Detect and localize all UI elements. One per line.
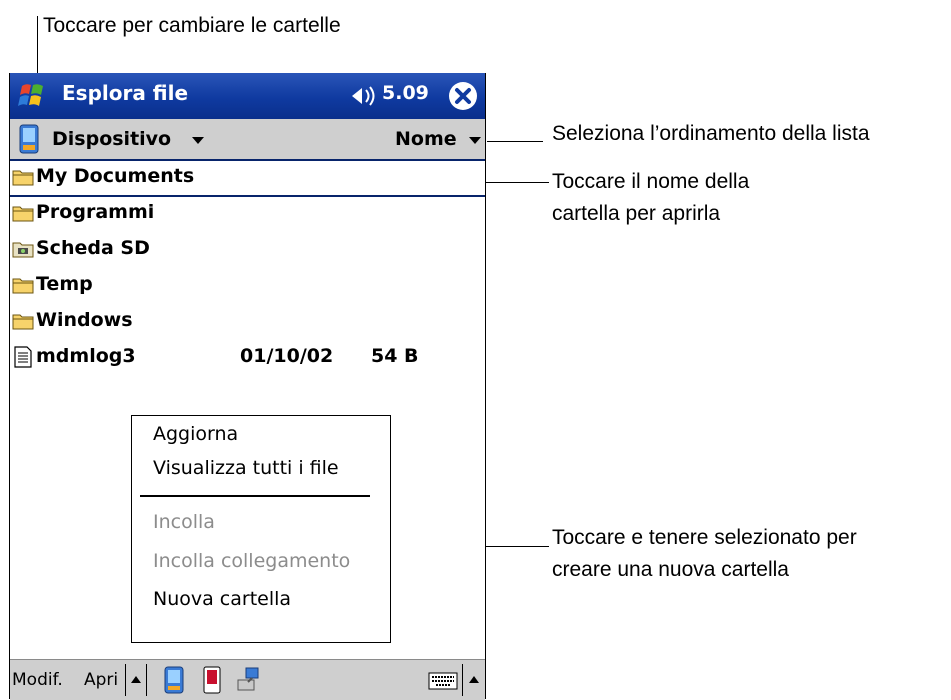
file-name: mdmlog3 [36,345,136,367]
folder-icon [12,206,34,222]
edit-menu-button[interactable]: Modif. [12,670,63,690]
file-name: Temp [36,273,93,295]
list-item[interactable]: Windows [10,305,485,339]
storage-view-icon[interactable] [200,666,224,694]
menu-item-paste: Incolla [153,511,215,533]
callout-new-folder-1: Toccare e tenere selezionato per [552,526,857,549]
command-bar: Modif. Apri [10,659,485,700]
document-icon [14,346,32,368]
device-view-icon[interactable] [162,666,186,694]
toolbar-divider [462,664,463,696]
file-date: 01/10/02 [240,345,334,367]
pda-screen: Esplora file 5.09 Dispositivo Nome My Do… [9,73,486,700]
context-menu: Aggiorna Visualizza tutti i file Incolla… [131,415,391,643]
folder-icon [12,278,34,294]
callout-new-folder-2: creare una nuova cartella [552,558,789,581]
storage-card-icon [12,242,34,258]
file-name: Programmi [36,201,155,223]
callout-open-folder-1: Toccare il nome della [552,170,750,193]
title-bar: Esplora file 5.09 [10,73,485,119]
input-panel-chevron-up-icon[interactable] [469,676,479,683]
chevron-down-icon[interactable] [192,137,204,144]
sort-dropdown[interactable]: Nome [395,128,457,150]
list-item[interactable]: Scheda SD [10,233,485,267]
file-size: 54 B [371,345,419,367]
navigation-bar: Dispositivo Nome [10,119,485,161]
folders-leader-line [37,16,38,74]
sort-leader-line [487,141,543,142]
menu-divider [140,495,370,497]
toolbar-divider [146,664,147,696]
file-name: Windows [36,309,133,331]
file-name: My Documents [36,165,195,187]
clock[interactable]: 5.09 [382,82,429,104]
folder-icon [12,314,34,330]
list-item[interactable]: My Documents [10,161,485,197]
list-item[interactable]: Temp [10,269,485,303]
folder-dropdown[interactable]: Dispositivo [52,128,171,150]
window-title: Esplora file [62,81,189,105]
toolbar-divider [125,664,126,696]
menu-item-show-all-files[interactable]: Visualizza tutti i file [153,457,339,479]
menu-item-paste-shortcut: Incolla collegamento [153,550,351,572]
sort-chevron-down-icon[interactable] [469,137,481,144]
keyboard-icon[interactable] [428,666,458,694]
callout-open-folder-2: cartella per aprirla [552,202,721,225]
open-menu-button[interactable]: Apri [84,670,118,690]
speaker-icon[interactable] [350,84,380,108]
folder-icon [12,170,34,186]
menu-item-new-folder[interactable]: Nuova cartella [153,588,291,610]
callout-change-folders: Toccare per cambiare le cartelle [43,14,341,37]
menu-item-refresh[interactable]: Aggiorna [153,423,238,445]
list-item[interactable]: Programmi [10,197,485,231]
file-name: Scheda SD [36,237,150,259]
list-item[interactable]: mdmlog3 01/10/02 54 B [10,341,485,375]
windows-flag-icon[interactable] [16,78,52,114]
device-icon [18,124,40,154]
chevron-up-icon[interactable] [131,676,141,683]
network-icon[interactable] [236,666,260,694]
close-icon[interactable] [447,80,479,112]
callout-sort-order: Seleziona l’ordinamento della lista [552,122,870,145]
